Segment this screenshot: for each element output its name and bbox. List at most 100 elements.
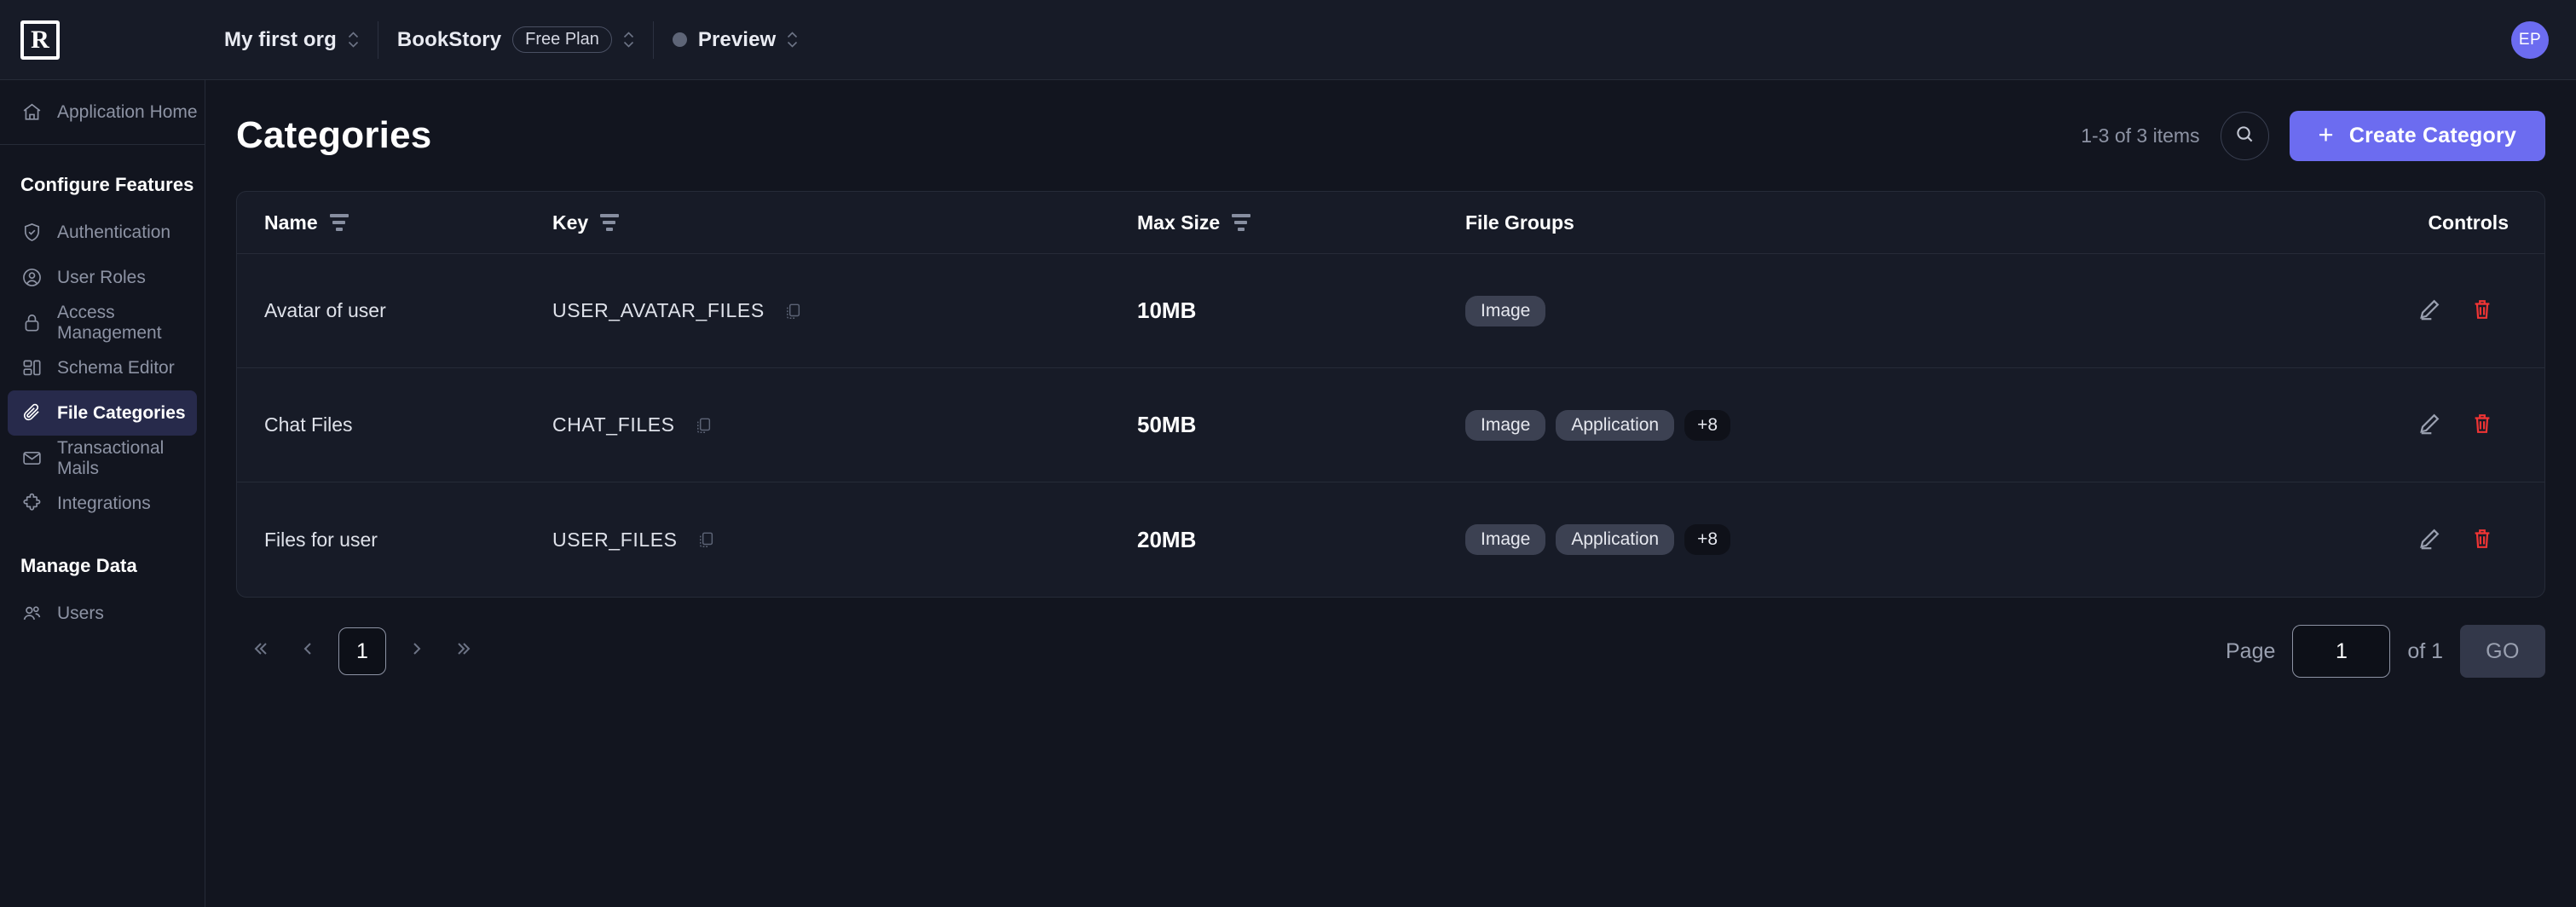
sidebar-item-transactional-mails[interactable]: Transactional Mails <box>8 436 197 481</box>
edit-button[interactable] <box>2403 298 2456 324</box>
file-group-more-badge[interactable]: +8 <box>1684 524 1731 555</box>
table-row[interactable]: Chat Files CHAT_FILES 50MB Image Applica… <box>237 368 2544 482</box>
home-icon <box>20 101 43 123</box>
copy-icon[interactable] <box>696 530 715 549</box>
org-switcher[interactable]: My first org <box>205 20 378 61</box>
delete-button[interactable] <box>2456 412 2509 438</box>
edit-pencil-icon <box>2417 527 2441 553</box>
file-group-badge: Image <box>1465 295 1546 326</box>
table-header-row: Name Key Max Size File Groups Controls <box>237 192 2544 254</box>
create-category-button[interactable]: + Create Category <box>2289 110 2545 161</box>
file-group-badge: Application <box>1556 524 1675 555</box>
sidebar-item-label: Transactional Mails <box>57 437 165 478</box>
cell-max-size: 10MB <box>1137 298 1197 323</box>
schema-icon <box>20 357 43 378</box>
sidebar-item-application-home[interactable]: Application Home <box>0 80 205 145</box>
environment-name: Preview <box>697 27 777 51</box>
sort-filter-icon[interactable] <box>600 214 620 231</box>
cell-key: USER_FILES <box>552 529 1137 552</box>
total-pages-label: of 1 <box>2407 638 2444 663</box>
page-number-input[interactable] <box>2292 625 2391 678</box>
trash-icon <box>2470 298 2494 324</box>
chevron-updown-icon[interactable] <box>623 32 634 48</box>
chevron-updown-icon[interactable] <box>787 32 798 48</box>
table-row[interactable]: Files for user USER_FILES 20MB Image App… <box>237 482 2544 597</box>
cell-controls <box>2302 527 2544 553</box>
project-switcher[interactable]: BookStory Free Plan <box>378 20 653 61</box>
file-group-more-badge[interactable]: +8 <box>1684 409 1731 441</box>
page-header-actions: 1-3 of 3 items + Create Category <box>2081 110 2545 161</box>
trash-icon <box>2470 527 2494 553</box>
page-label: Page <box>2226 638 2276 663</box>
users-icon <box>20 603 43 624</box>
delete-button[interactable] <box>2456 298 2509 324</box>
edit-pencil-icon <box>2417 412 2441 438</box>
column-header-label: Key <box>552 211 589 234</box>
column-header-max-size[interactable]: Max Size <box>1137 211 1465 234</box>
top-bar: R My first org BookStory Free Plan Previ… <box>0 0 2576 80</box>
column-header-name[interactable]: Name <box>237 211 552 234</box>
search-button[interactable] <box>2220 111 2269 160</box>
pagination-first-button[interactable] <box>236 627 284 675</box>
chevrons-left-icon <box>250 638 270 665</box>
sidebar-item-label: User Roles <box>57 267 146 287</box>
page-jump-controls: Page of 1 GO <box>2226 625 2545 678</box>
cell-file-groups: Image <box>1465 295 2302 326</box>
lock-icon <box>20 312 43 333</box>
sidebar-item-label: Schema Editor <box>57 357 175 378</box>
sidebar-item-file-categories[interactable]: File Categories <box>8 390 197 436</box>
cell-key-value: CHAT_FILES <box>552 413 675 436</box>
edit-button[interactable] <box>2403 527 2456 553</box>
file-group-badge: Image <box>1465 524 1546 555</box>
column-header-controls: Controls <box>2302 211 2544 234</box>
edit-pencil-icon <box>2417 298 2441 324</box>
column-header-file-groups: File Groups <box>1465 211 2302 234</box>
brand-logo: R <box>20 20 60 60</box>
cell-key-value: USER_FILES <box>552 528 678 551</box>
search-icon <box>2234 124 2255 147</box>
column-header-label: Max Size <box>1137 211 1221 234</box>
pagination-next-button[interactable] <box>393 627 441 675</box>
column-header-label: Controls <box>2428 211 2509 234</box>
sidebar-item-user-roles[interactable]: User Roles <box>8 255 197 300</box>
sidebar-item-users[interactable]: Users <box>8 591 197 636</box>
chevrons-right-icon <box>454 638 475 665</box>
table-row[interactable]: Avatar of user USER_AVATAR_FILES 10MB Im… <box>237 254 2544 368</box>
sidebar-section-title-manage-data: Manage Data <box>20 555 137 576</box>
pagination-page-1-button[interactable]: 1 <box>338 627 386 675</box>
file-group-badge: Image <box>1465 409 1546 441</box>
pagination-last-button[interactable] <box>441 627 488 675</box>
sidebar-home-label: Application Home <box>57 101 198 122</box>
app-root: R My first org BookStory Free Plan Previ… <box>0 0 2576 907</box>
org-name: My first org <box>224 27 337 51</box>
plus-icon: + <box>2318 119 2334 149</box>
pagination: 1 Page of 1 GO <box>205 598 2576 678</box>
page-header: Categories 1-3 of 3 items + Create Categ… <box>205 80 2576 191</box>
delete-button[interactable] <box>2456 527 2509 553</box>
cell-max-size: 50MB <box>1137 412 1197 437</box>
sidebar-item-label: Integrations <box>57 493 151 513</box>
table-container: Name Key Max Size File Groups Controls A… <box>205 191 2576 598</box>
sidebar-item-access-management[interactable]: Access Management <box>8 300 197 345</box>
chevron-left-icon <box>297 638 318 665</box>
copy-icon[interactable] <box>694 416 713 435</box>
go-button[interactable]: GO <box>2460 625 2545 678</box>
environment-switcher[interactable]: Preview <box>654 20 817 61</box>
sidebar-item-integrations[interactable]: Integrations <box>8 481 197 526</box>
column-header-label: File Groups <box>1465 211 1574 234</box>
cell-key: CHAT_FILES <box>552 413 1137 436</box>
sidebar-item-schema-editor[interactable]: Schema Editor <box>8 345 197 390</box>
sidebar-item-label: Authentication <box>57 222 171 242</box>
sidebar-item-authentication[interactable]: Authentication <box>8 210 197 255</box>
user-circle-icon <box>20 267 43 288</box>
avatar[interactable]: EP <box>2511 20 2549 59</box>
edit-button[interactable] <box>2403 412 2456 438</box>
column-header-key[interactable]: Key <box>552 211 1137 234</box>
sort-filter-icon[interactable] <box>1232 214 1251 231</box>
sort-filter-icon[interactable] <box>329 214 349 231</box>
copy-icon[interactable] <box>783 302 802 321</box>
chevron-updown-icon[interactable] <box>348 32 359 48</box>
pagination-prev-button[interactable] <box>284 627 332 675</box>
paperclip-icon <box>20 402 43 424</box>
body: Application Home Configure Features Auth… <box>0 80 2576 907</box>
